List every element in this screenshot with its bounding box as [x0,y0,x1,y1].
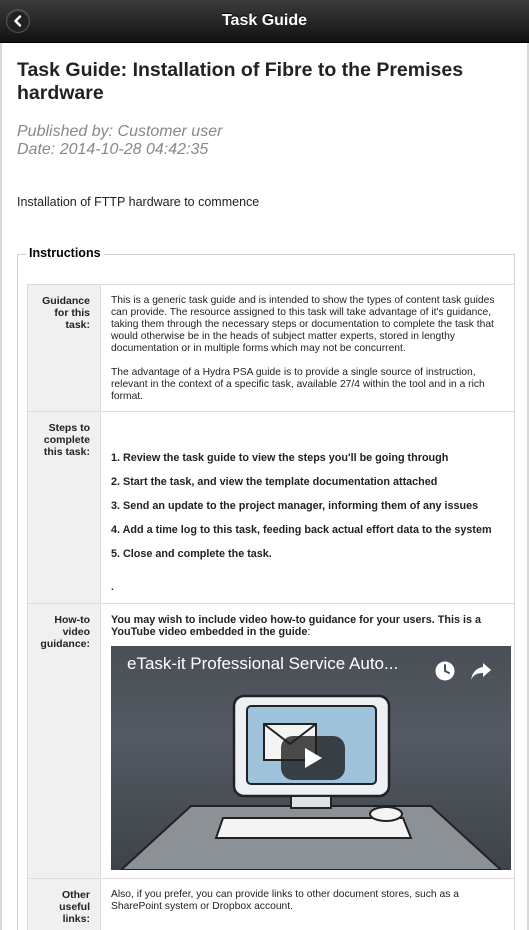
guidance-content: This is a generic task guide and is inte… [100,284,515,412]
video-title: eTask-it Professional Service Auto... [127,654,399,673]
table-row: Other useful links: Also, if you prefer,… [27,878,515,930]
play-icon [305,748,322,768]
list-item: 4. Add a time log to this task, feeding … [111,524,492,536]
steps-list: 1. Review the task guide to view the ste… [111,452,508,560]
list-item: 2. Start the task, and view the template… [111,476,438,488]
video-play-button[interactable] [281,736,345,780]
steps-content: 1. Review the task guide to view the ste… [100,411,515,604]
top-header-bar: Task Guide [0,0,529,43]
steps-label: Steps to complete this task: [27,411,101,604]
table-row: Guidance for this task: This is a generi… [27,284,515,412]
table-row: How-to video guidance: You may wish to i… [27,603,515,879]
left-frame-edge [0,43,2,930]
header-title: Task Guide [221,12,308,29]
instructions-table: Guidance for this task: This is a generi… [27,284,515,930]
steps-trailing-text: . [111,582,114,593]
list-item: 1. Review the task guide to view the ste… [111,452,449,464]
howto-intro-tail: : [307,626,311,638]
howto-intro: You may wish to include video how-to gui… [111,614,508,638]
instructions-legend: Instructions [26,246,104,260]
table-row: Steps to complete this task: 1. Review t… [27,411,515,604]
list-item: 3. Send an update to the project manager… [111,500,479,512]
howto-content: You may wish to include video how-to gui… [100,603,515,879]
links-content: Also, if you prefer, you can provide lin… [100,878,515,930]
published-by: Published by: Customer user [17,123,223,140]
list-item: 5. Close and complete the task. [111,548,272,560]
guide-description: Installation of FTTP hardware to commenc… [17,195,260,209]
clock-icon[interactable] [434,660,456,682]
embedded-video-player[interactable]: eTask-it Professional Service Auto... [111,646,511,870]
page-title: Task Guide: Installation of Fibre to the… [17,59,464,104]
guidance-label: Guidance for this task: [27,284,101,412]
share-icon[interactable] [469,660,493,682]
published-date: Date: 2014-10-28 04:42:35 [17,141,209,158]
howto-intro-text: You may wish to include video how-to gui… [111,614,481,638]
guidance-paragraph-2: The advantage of a Hydra PSA guide is to… [111,367,485,402]
guide-meta: Published by: Customer user Date: 2014-1… [17,123,497,159]
howto-label: How-to video guidance: [27,603,101,879]
guidance-paragraph-1: This is a generic task guide and is inte… [111,295,495,354]
links-label: Other useful links: [27,878,101,930]
